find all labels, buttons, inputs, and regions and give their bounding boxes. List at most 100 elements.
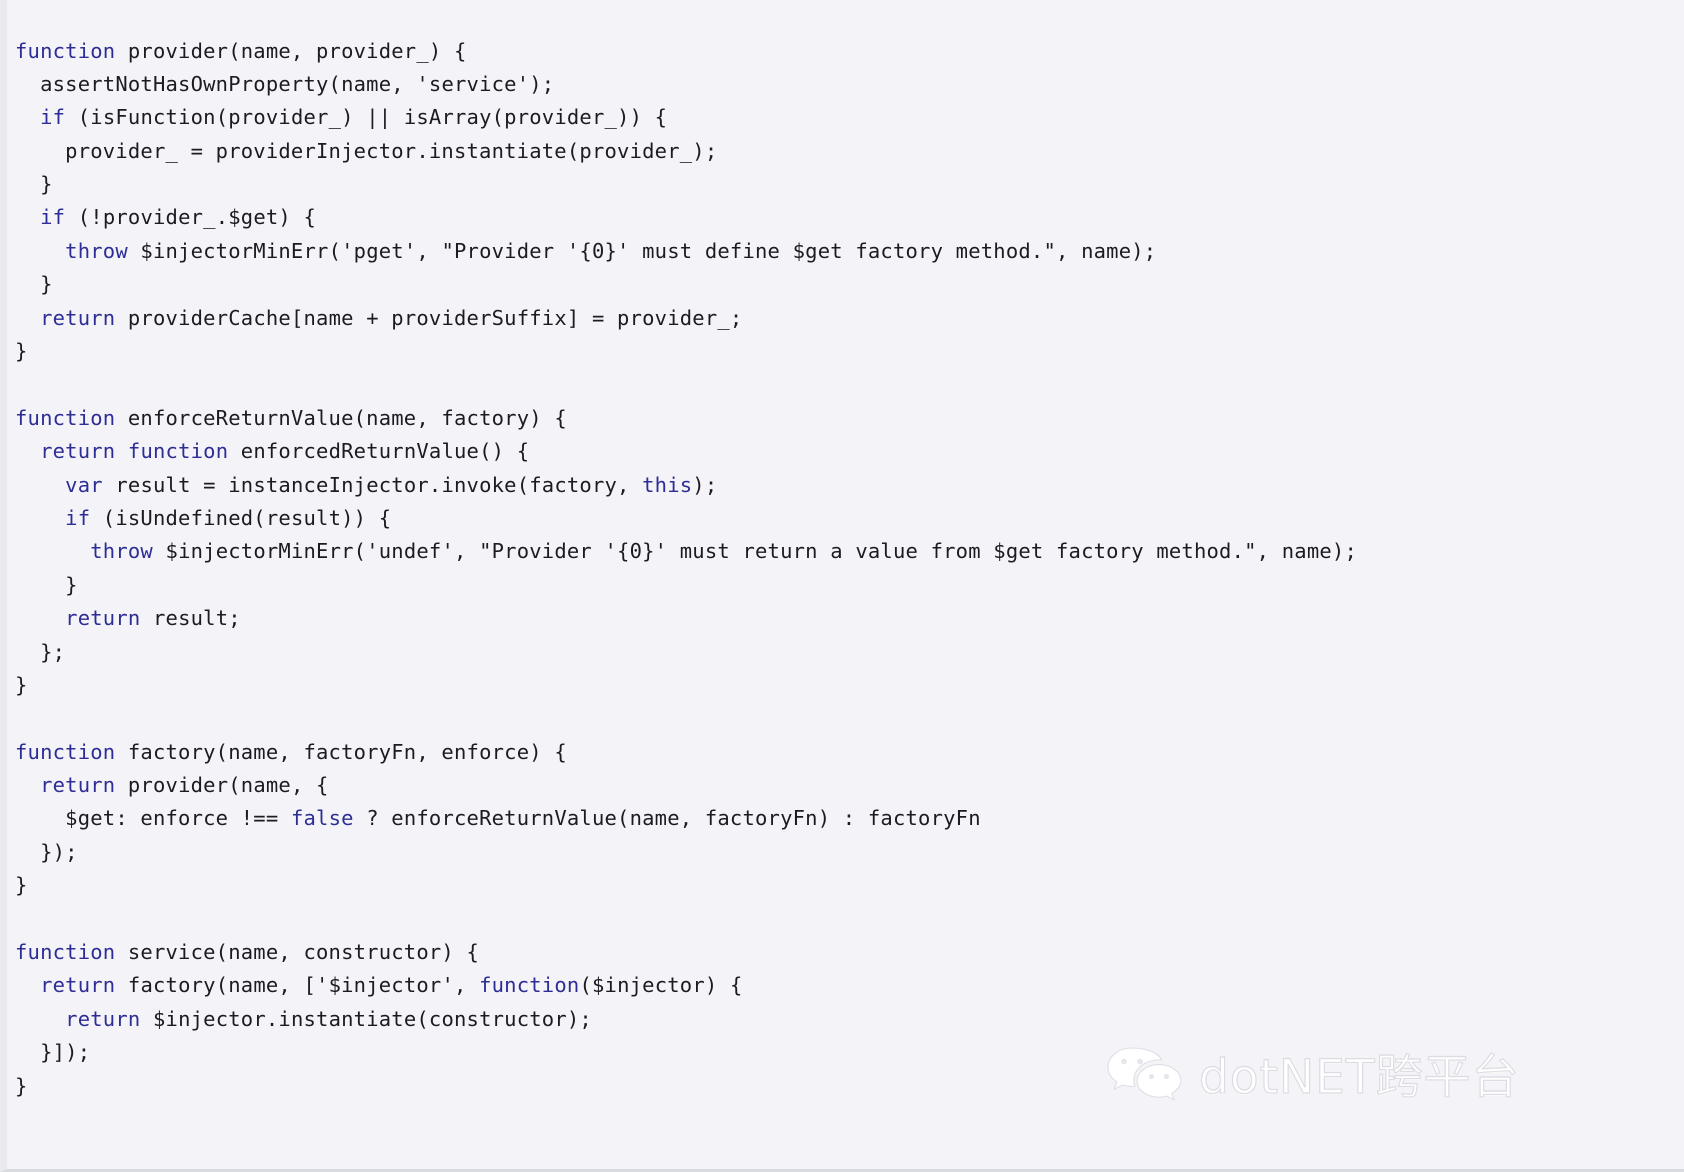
code-text: $injector.instantiate(constructor);	[140, 1006, 592, 1031]
code-keyword: if	[65, 505, 91, 530]
code-line: throw $injectorMinErr('undef', "Provider…	[15, 535, 1684, 568]
code-line: provider_ = providerInjector.instantiate…	[15, 135, 1684, 168]
code-keyword: throw	[90, 539, 153, 564]
code-text: enforcedReturnValue() {	[228, 439, 530, 464]
code-text: }	[15, 672, 28, 697]
code-keyword: if	[40, 105, 66, 130]
code-text: provider(name, {	[115, 773, 329, 798]
code-keyword: return	[40, 973, 116, 998]
code-text: }	[15, 873, 28, 898]
code-text: }	[15, 339, 28, 364]
code-text: provider_ = providerInjector.instantiate…	[65, 138, 718, 163]
code-keyword: return	[40, 305, 116, 330]
code-line: }	[15, 268, 1684, 301]
code-text: (!provider_.$get) {	[65, 205, 317, 230]
code-line: };	[15, 636, 1684, 669]
code-line: return providerCache[name + providerSuff…	[15, 302, 1684, 335]
code-keyword: false	[290, 806, 354, 831]
code-text: provider(name, provider_) {	[115, 38, 467, 63]
code-keyword: function	[479, 973, 580, 998]
code-line: if (isUndefined(result)) {	[15, 502, 1684, 535]
code-blank-line: ​	[15, 368, 1684, 401]
code-keyword: return	[40, 773, 116, 798]
code-line: });	[15, 836, 1684, 869]
code-keyword: throw	[65, 238, 128, 263]
code-blank-line: ​	[15, 702, 1684, 735]
code-keyword: function	[15, 405, 116, 430]
code-line: function provider(name, provider_) {	[15, 35, 1684, 68]
code-line: }	[15, 335, 1684, 368]
code-keyword: if	[40, 205, 66, 230]
code-line: return $injector.instantiate(constructor…	[15, 1003, 1684, 1036]
code-line: function factory(name, factoryFn, enforc…	[15, 736, 1684, 769]
code-text: assertNotHasOwnProperty(name, 'service')…	[40, 71, 555, 96]
code-keyword: this	[642, 472, 693, 497]
code-text: }	[40, 272, 53, 297]
code-text: factory(name, factoryFn, enforce) {	[115, 739, 567, 764]
code-line: function enforceReturnValue(name, factor…	[15, 402, 1684, 435]
code-line: return factory(name, ['$injector', funct…	[15, 969, 1684, 1002]
code-keyword: function	[15, 38, 116, 63]
code-text: }	[40, 172, 53, 197]
code-line: }	[15, 1070, 1684, 1103]
code-text: $get: enforce !==	[65, 806, 291, 831]
code-text: (isFunction(provider_) || isArray(provid…	[65, 105, 668, 130]
code-line: }	[15, 168, 1684, 201]
code-line: }	[15, 669, 1684, 702]
code-text: }	[65, 572, 78, 597]
code-line: throw $injectorMinErr('pget', "Provider …	[15, 235, 1684, 268]
code-line: return provider(name, {	[15, 769, 1684, 802]
code-line: function service(name, constructor) {	[15, 936, 1684, 969]
code-text: factory(name, ['$injector',	[115, 973, 480, 998]
code-text: result = instanceInjector.invoke(factory…	[102, 472, 643, 497]
code-line: if (isFunction(provider_) || isArray(pro…	[15, 101, 1684, 134]
code-text: });	[40, 839, 78, 864]
code-text: };	[40, 639, 66, 664]
code-text: ($injector) {	[579, 973, 743, 998]
code-keyword: function	[15, 739, 116, 764]
code-line: if (!provider_.$get) {	[15, 201, 1684, 234]
code-line: }	[15, 569, 1684, 602]
code-text: $injectorMinErr('undef', "Provider '{0}'…	[152, 539, 1358, 564]
code-keyword: function	[15, 940, 116, 965]
code-line: $get: enforce !== false ? enforceReturnV…	[15, 802, 1684, 835]
code-keyword: function	[127, 439, 229, 464]
code-text: enforceReturnValue(name, factory) {	[115, 405, 567, 430]
code-block: function provider(name, provider_) { ass…	[15, 35, 1684, 1104]
code-text: }	[15, 1073, 28, 1098]
code-line: }	[15, 869, 1684, 902]
code-blank-line: ​	[15, 903, 1684, 936]
code-line: return result;	[15, 602, 1684, 635]
code-keyword: return	[65, 1006, 141, 1031]
code-keyword: return	[40, 439, 116, 464]
code-line: assertNotHasOwnProperty(name, 'service')…	[15, 68, 1684, 101]
code-text: result;	[140, 606, 241, 631]
code-line: return function enforcedReturnValue() {	[15, 435, 1684, 468]
code-keyword: return	[65, 606, 141, 631]
code-line: var result = instanceInjector.invoke(fac…	[15, 469, 1684, 502]
code-keyword: var	[65, 472, 103, 497]
code-text: $injectorMinErr('pget', "Provider '{0}' …	[127, 238, 1157, 263]
